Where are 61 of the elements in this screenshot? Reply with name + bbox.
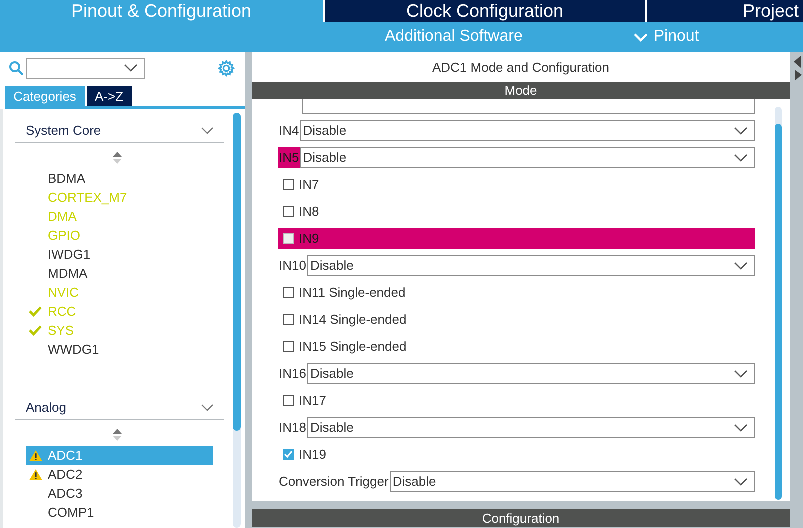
category-header[interactable]: Analog: [15, 400, 66, 415]
sort-icon[interactable]: [113, 429, 122, 441]
peripheral-item[interactable]: MDMA: [48, 266, 88, 281]
checkbox[interactable]: [283, 233, 294, 244]
collapse-arrows-icon[interactable]: [792, 54, 802, 82]
checkbox-label[interactable]: IN11 Single-ended: [299, 285, 406, 300]
field-label: IN10: [278, 257, 308, 275]
checkbox-label[interactable]: IN17: [299, 393, 326, 408]
checkbox[interactable]: [283, 341, 294, 352]
caret-icon: [734, 424, 748, 432]
checkbox[interactable]: [283, 449, 294, 460]
checkbox-label[interactable]: IN8: [299, 204, 320, 219]
select-field[interactable]: Disable: [300, 120, 755, 141]
peripheral-item[interactable]: ADC2: [48, 467, 83, 482]
chevron-icon[interactable]: [201, 126, 214, 134]
field-label: IN18: [278, 419, 308, 437]
peripheral-item[interactable]: ADC3: [48, 486, 83, 501]
select-field[interactable]: Disable: [307, 255, 755, 276]
tab[interactable]: Clock Configuration: [325, 0, 645, 22]
caret-icon: [634, 32, 648, 42]
checkbox-label[interactable]: IN15 Single-ended: [299, 339, 407, 354]
checkbox-label[interactable]: IN14 Single-ended: [299, 312, 407, 327]
field-label: IN5: [278, 147, 300, 168]
section-header[interactable]: Mode: [252, 82, 790, 99]
scrollbar-thumb[interactable]: [775, 124, 782, 500]
checkbox-label[interactable]: IN7: [299, 177, 320, 192]
category-header[interactable]: System Core: [15, 123, 102, 138]
select-field[interactable]: Disable: [300, 147, 755, 168]
view-tab[interactable]: A->Z: [87, 86, 132, 106]
peripheral-item[interactable]: IWDG1: [48, 247, 91, 262]
checkbox[interactable]: [283, 206, 294, 217]
checkbox[interactable]: [283, 179, 294, 190]
checkbox[interactable]: [283, 287, 294, 298]
sort-icon[interactable]: [113, 152, 122, 164]
caret-icon: [734, 126, 748, 134]
checkbox[interactable]: [283, 314, 294, 325]
section-header[interactable]: Configuration: [252, 509, 790, 527]
caret-icon: [734, 478, 748, 486]
peripheral-item[interactable]: COMP1: [48, 505, 94, 520]
caret-icon: [734, 370, 748, 378]
select-field[interactable]: Disable: [307, 417, 755, 438]
select-field[interactable]: [302, 99, 755, 114]
select-field[interactable]: Disable: [307, 363, 755, 384]
settings-icon[interactable]: [218, 60, 235, 76]
panel-title: ADC1 Mode and Configuration: [432, 60, 610, 74]
select-field[interactable]: Disable: [390, 471, 755, 492]
peripheral-item[interactable]: WWDG1: [48, 342, 100, 357]
search-field[interactable]: [26, 58, 145, 78]
caret-icon: [124, 64, 138, 72]
peripheral-item[interactable]: BDMA: [48, 171, 86, 186]
caret-icon: [734, 154, 748, 162]
field-label: Conversion Trigger: [278, 473, 390, 491]
tab[interactable]: Project: [647, 0, 803, 22]
field-label: IN16: [278, 365, 308, 383]
checkbox-label[interactable]: IN19: [299, 447, 326, 462]
search-icon[interactable]: [9, 60, 24, 76]
caret-icon: [734, 262, 748, 270]
scrollbar-thumb[interactable]: [233, 113, 241, 431]
field-label: IN4: [278, 122, 300, 140]
chevron-icon[interactable]: [201, 404, 214, 412]
checkbox[interactable]: [283, 395, 294, 406]
